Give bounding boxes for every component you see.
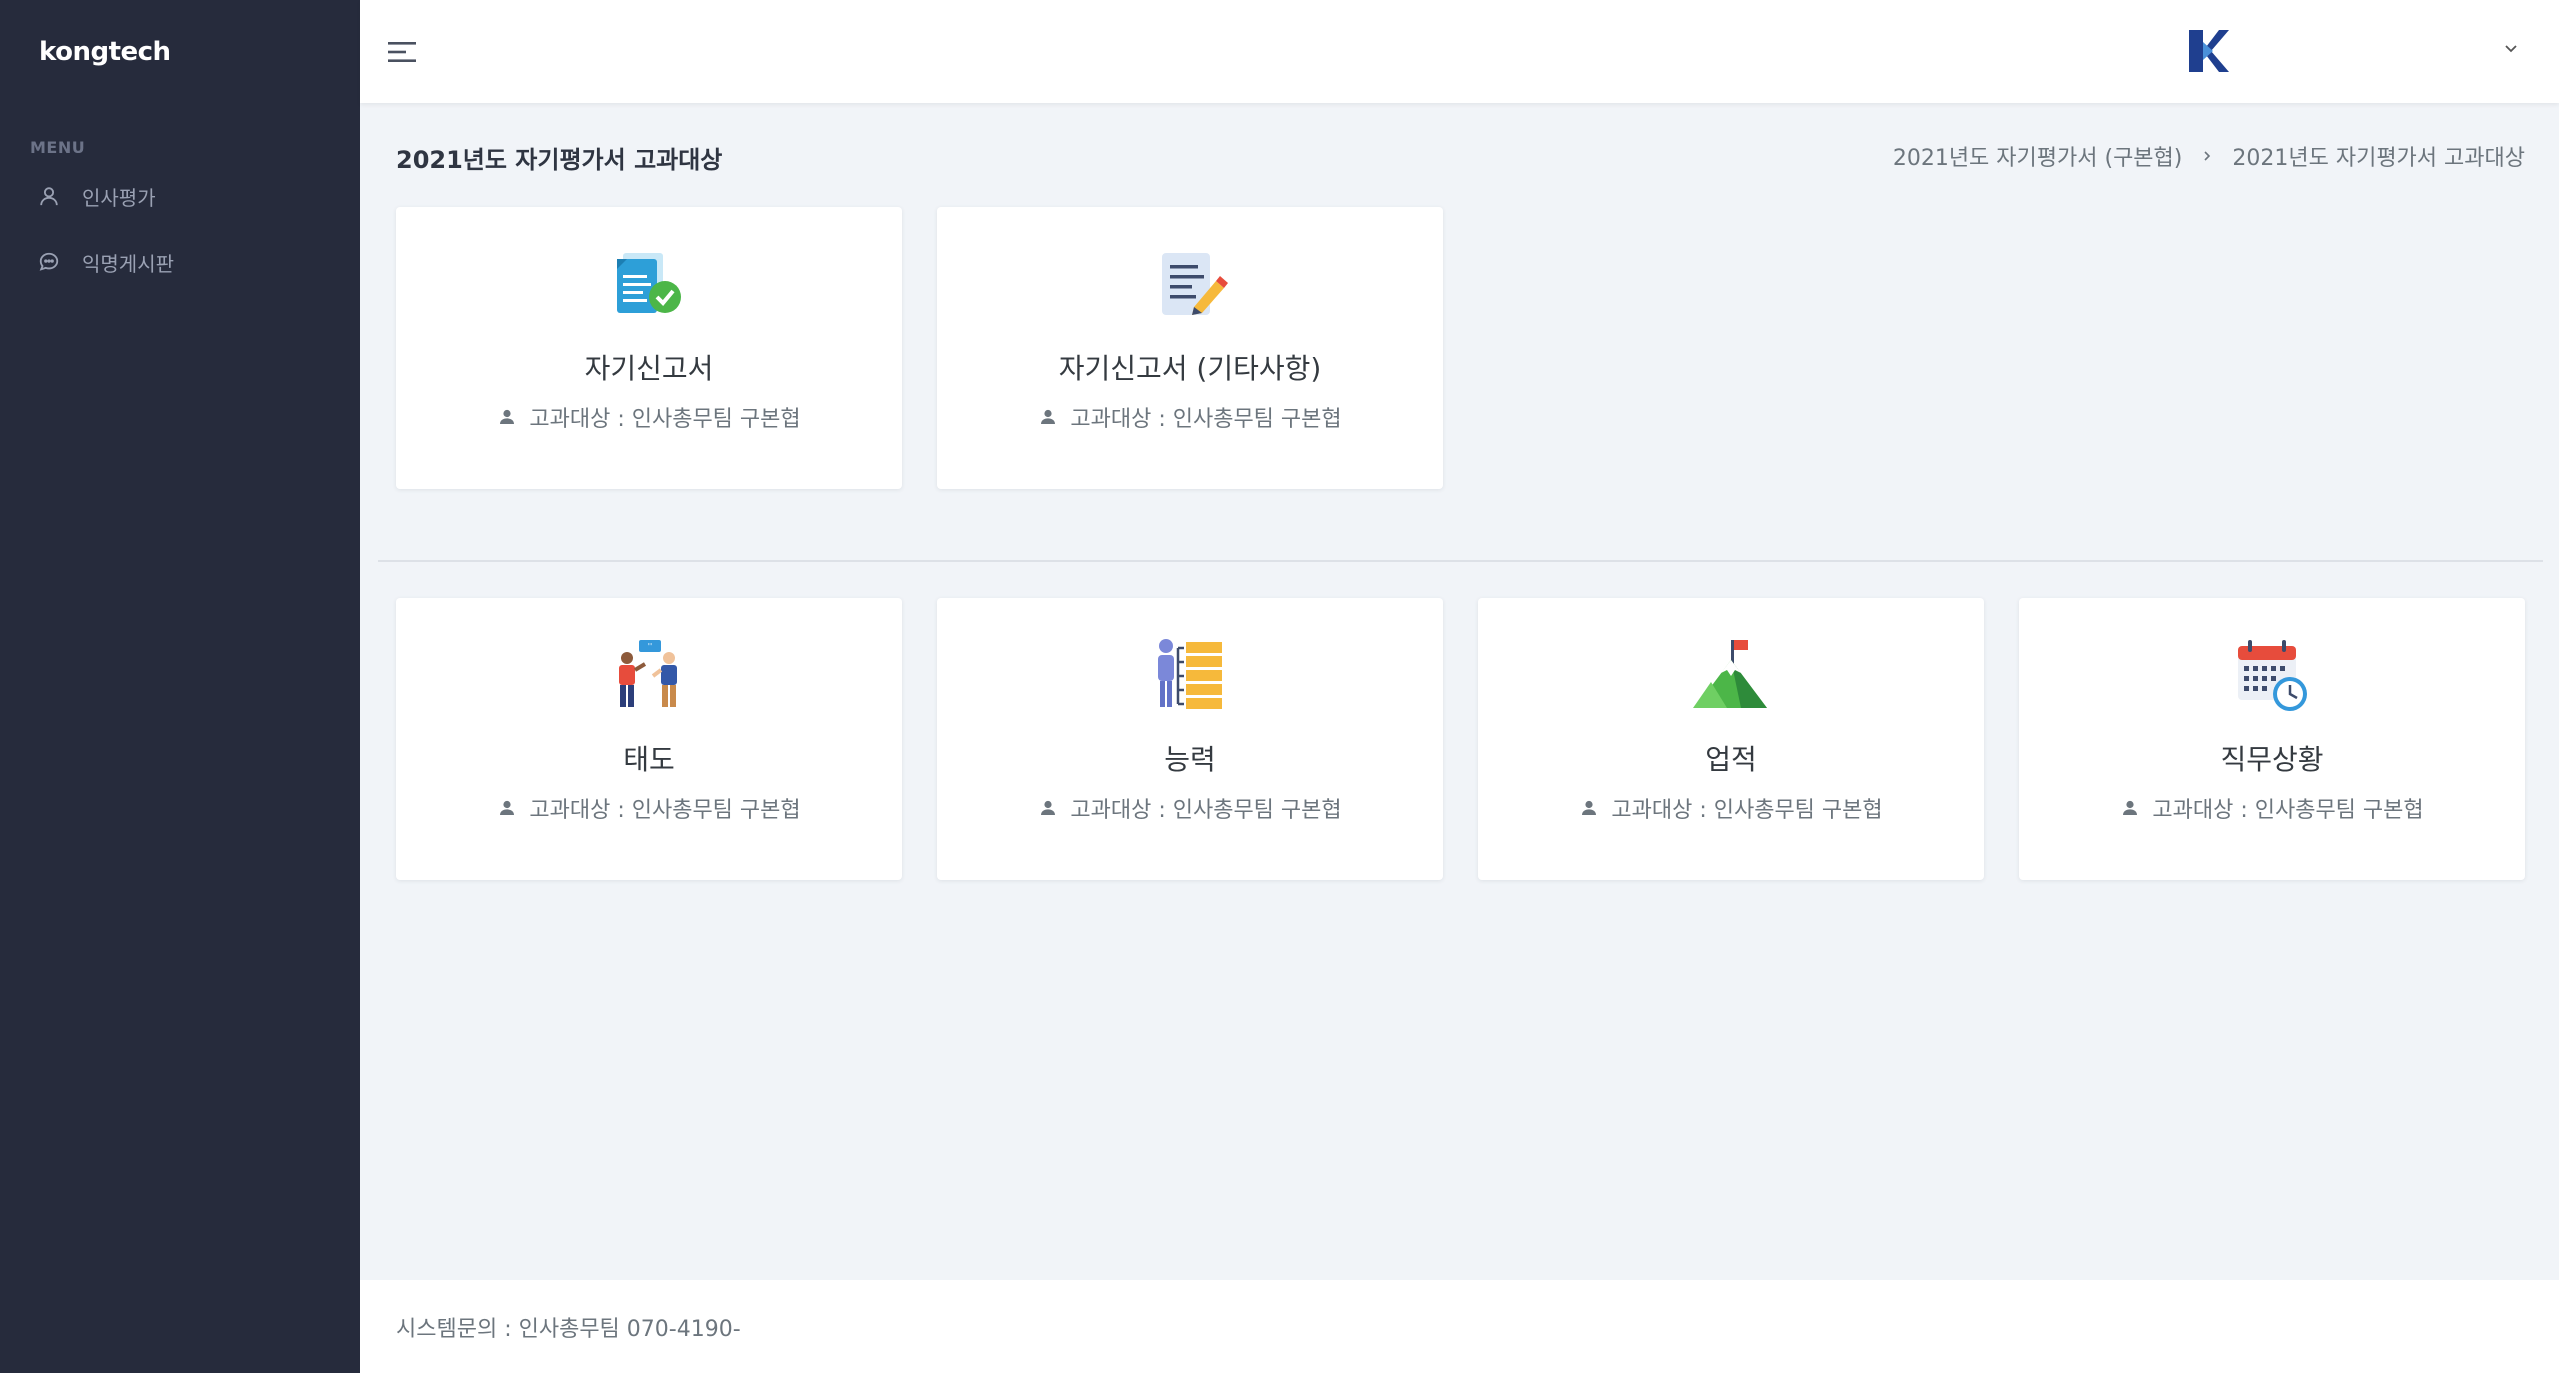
sidebar-item-label: 익명게시판: [82, 251, 174, 276]
chat-icon: [36, 249, 62, 275]
card-subtitle-text: 고과대상 : 인사총무팀 구본협: [1070, 798, 1342, 823]
footer-contact-text: 시스템문의 : 인사총무팀 070-4190-: [396, 1316, 741, 1342]
sidebar-item-label: 인사평가: [82, 185, 156, 210]
card-title: 업적: [1705, 743, 1757, 776]
card-achievement[interactable]: 업적 고과대상 : 인사총무팀 구본협: [1478, 598, 1984, 880]
person-icon: [497, 798, 517, 818]
card-subtitle: 고과대상 : 인사총무팀 구본협: [497, 401, 801, 433]
k-logo-icon[interactable]: [2185, 26, 2231, 76]
card-title: 능력: [1164, 743, 1216, 776]
breadcrumb: 2021년도 자기평가서 (구본협) 2021년도 자기평가서 고과대상: [1893, 140, 2525, 172]
card-subtitle-text: 고과대상 : 인사총무팀 구본협: [529, 798, 801, 823]
card-ability[interactable]: 능력 고과대상 : 인사총무팀 구본협: [937, 598, 1443, 880]
section-divider: [378, 560, 2543, 562]
chevron-down-icon[interactable]: [2500, 38, 2522, 60]
person-icon: [1038, 407, 1058, 427]
card-subtitle: 고과대상 : 인사총무팀 구본협: [497, 792, 801, 824]
person-icon: [497, 407, 517, 427]
card-title: 직무상황: [2220, 743, 2324, 776]
person-icon: [1038, 798, 1058, 818]
document-check-icon: [609, 245, 689, 325]
person-list-icon: [1150, 636, 1230, 716]
brand-logo[interactable]: kongtech: [0, 0, 360, 103]
footer: 시스템문의 : 인사총무팀 070-4190-: [360, 1280, 2559, 1373]
person-icon: [2120, 798, 2140, 818]
card-title: 태도: [623, 743, 675, 776]
card-attitude[interactable]: '' 태도 고과대상 : 인사총무팀 구본협: [396, 598, 902, 880]
card-subtitle: 고과대상 : 인사총무팀 구본협: [1038, 792, 1342, 824]
document-pencil-icon: [1150, 245, 1230, 325]
card-subtitle: 고과대상 : 인사총무팀 구본협: [2120, 792, 2424, 824]
breadcrumb-item-current: 2021년도 자기평가서 고과대상: [2232, 146, 2525, 171]
card-subtitle-text: 고과대상 : 인사총무팀 구본협: [1611, 798, 1883, 823]
card-subtitle: 고과대상 : 인사총무팀 구본협: [1038, 401, 1342, 433]
card-self-report-other[interactable]: 자기신고서 (기타사항) 고과대상 : 인사총무팀 구본협: [937, 207, 1443, 489]
card-subtitle: 고과대상 : 인사총무팀 구본협: [1579, 792, 1883, 824]
card-subtitle-text: 고과대상 : 인사총무팀 구본협: [529, 407, 801, 432]
top-header: [360, 0, 2559, 103]
card-subtitle-text: 고과대상 : 인사총무팀 구본협: [2152, 798, 2424, 823]
card-job-status[interactable]: 직무상황 고과대상 : 인사총무팀 구본협: [2019, 598, 2525, 880]
card-title: 자기신고서 (기타사항): [1058, 352, 1322, 385]
sidebar-item-anonymous-board[interactable]: 익명게시판: [0, 229, 360, 295]
mountain-flag-icon: [1691, 636, 1771, 716]
card-title: 자기신고서: [584, 352, 714, 385]
calendar-clock-icon: [2232, 636, 2312, 716]
breadcrumb-separator-icon: [2200, 144, 2214, 169]
hamburger-icon[interactable]: [386, 36, 418, 68]
svg-text:'': '': [648, 642, 652, 651]
sidebar: kongtech MENU 인사평가 익명게시판: [0, 0, 360, 1373]
person-icon: [1579, 798, 1599, 818]
menu-section-title: MENU: [30, 138, 86, 157]
card-self-report[interactable]: 자기신고서 고과대상 : 인사총무팀 구본협: [396, 207, 902, 489]
sidebar-item-hr-evaluation[interactable]: 인사평가: [0, 163, 360, 229]
user-icon: [36, 183, 62, 209]
page-title: 2021년도 자기평가서 고과대상: [396, 146, 723, 174]
people-talk-icon: '': [609, 636, 689, 716]
breadcrumb-item-parent[interactable]: 2021년도 자기평가서 (구본협): [1893, 140, 2183, 172]
card-subtitle-text: 고과대상 : 인사총무팀 구본협: [1070, 407, 1342, 432]
